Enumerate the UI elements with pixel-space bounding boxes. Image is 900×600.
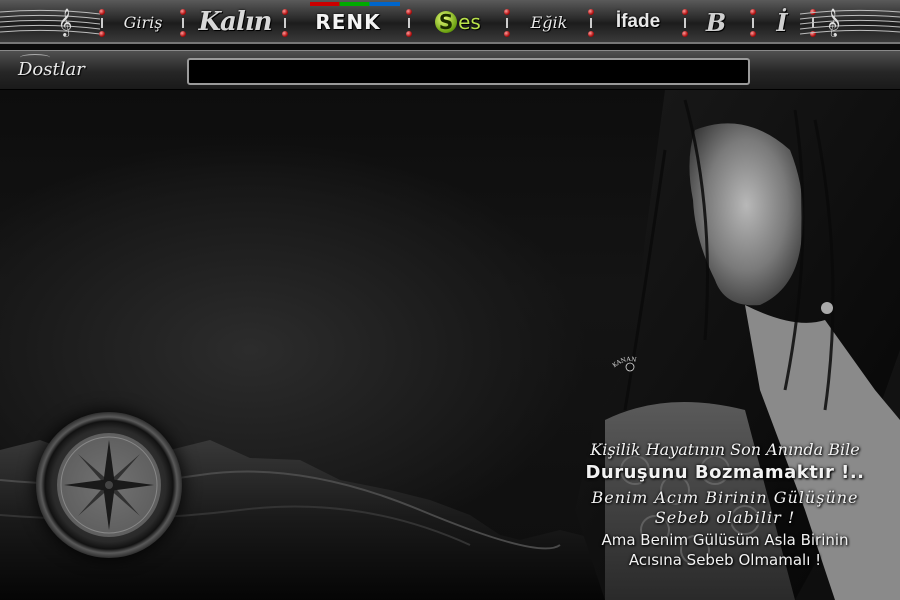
watermark-logo: KANAN [611,356,637,372]
kalin-button[interactable]: Kalın [192,6,278,38]
italic-button[interactable]: İ [762,6,802,38]
logo-text: KANAN [611,356,637,369]
top-toolbar: 𝄞 Giriş Kalın RENK S es Eğik İfade B İ 𝄞 [0,0,900,44]
background-scene: KANAN Kişilik Hayatının Son Anında Bile … [0,90,900,600]
friends-button[interactable]: Dostlar [18,59,85,80]
music-staff-decoration-right: 𝄞 [800,8,900,37]
quote-line-4: Sebeb olabilir ! [654,508,796,527]
separator-icon [502,8,512,38]
ses-initial: S [435,11,458,33]
svg-text:KANAN: KANAN [611,356,637,369]
quote-line-6: Acısına Sebeb Olmamalı ! [628,551,822,569]
separator-icon [97,8,107,38]
ses-button[interactable]: S es [420,6,496,38]
quote-line-3: Benim Acım Birinin Gülüşüne [591,488,859,507]
quote-line-1: Kişilik Hayatının Son Anında Bile [590,440,860,459]
compass-image [36,412,182,558]
egik-button[interactable]: Eğik [514,6,584,38]
bold-button[interactable]: B [696,6,736,38]
ifade-button[interactable]: İfade [600,6,676,38]
message-input[interactable] [187,58,750,85]
svg-text:𝄞: 𝄞 [828,8,842,37]
separator-icon [178,8,188,38]
ses-label: es [458,10,481,34]
separator-icon [280,8,290,38]
svg-text:𝄞: 𝄞 [58,8,72,37]
separator-icon [680,8,690,38]
giris-button[interactable]: Giriş [108,6,178,38]
friends-bar: Dostlar [0,50,900,90]
quote-line-2: Duruşunu Bozmamaktır !.. [585,462,865,483]
separator-icon [586,8,596,38]
renk-button[interactable]: RENK [298,6,398,38]
quote-line-5: Ama Benim Gülüsüm Asla Birinin [601,531,849,549]
separator-icon [404,8,414,38]
music-staff-decoration-left: 𝄞 [0,8,100,37]
quote-text: Kişilik Hayatının Son Anında Bile Duruşu… [560,440,890,569]
separator-icon [748,8,758,38]
